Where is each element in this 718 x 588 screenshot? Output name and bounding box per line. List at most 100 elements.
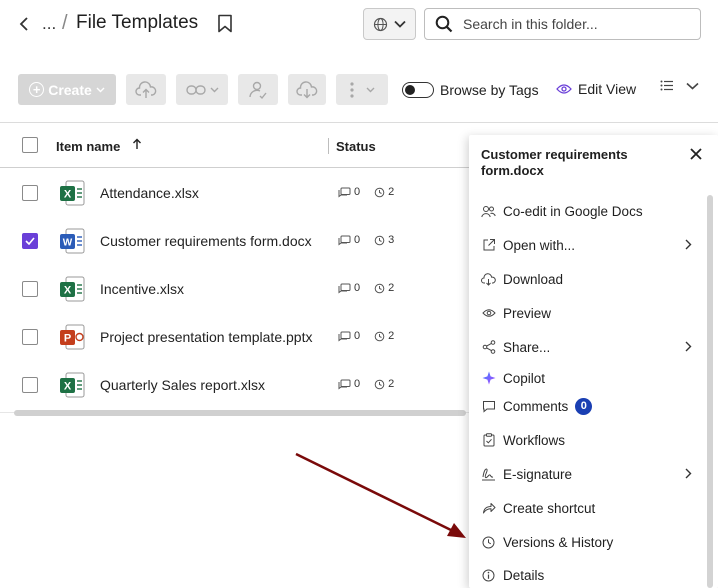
share-user-button[interactable] <box>238 74 278 105</box>
comment-count[interactable]: 0 <box>338 282 360 294</box>
row-checkbox[interactable] <box>22 233 38 249</box>
table-row[interactable]: X Quarterly Sales report.xlsx 0 2 <box>0 361 470 409</box>
horizontal-scrollbar[interactable] <box>14 410 466 416</box>
comment-icon <box>338 283 351 293</box>
search-box[interactable] <box>424 8 701 40</box>
menu-item-label: Versions & History <box>503 534 614 550</box>
menu-item-preview[interactable]: Preview <box>481 299 706 327</box>
chevron-down-icon <box>686 82 699 90</box>
create-button-label: Create <box>48 81 92 98</box>
menu-item-label: Workflows <box>503 432 566 448</box>
panel-vertical-scrollbar[interactable] <box>707 195 713 588</box>
chevron-down-icon <box>366 87 374 92</box>
edit-view-button[interactable]: Edit View <box>556 81 636 97</box>
upload-button[interactable] <box>126 74 166 105</box>
version-count[interactable]: 2 <box>374 282 394 294</box>
menu-item-label: Preview <box>503 305 552 321</box>
file-actions-panel: Customer requirements form.docx Co-edit … <box>469 135 718 588</box>
version-count[interactable]: 3 <box>374 234 394 246</box>
users-icon <box>481 204 496 219</box>
comment-icon <box>338 379 351 389</box>
menu-item-download[interactable]: Download <box>481 265 706 293</box>
history-icon <box>374 379 385 389</box>
version-count[interactable]: 2 <box>374 330 394 342</box>
menu-item-versions-history[interactable]: Versions & History <box>481 528 706 556</box>
close-button[interactable] <box>689 147 705 163</box>
bookmark-button[interactable] <box>217 14 235 34</box>
column-header-status[interactable]: Status <box>336 139 376 154</box>
svg-text:X: X <box>64 285 72 297</box>
toggle-knob <box>405 84 415 95</box>
menu-item-co-edit[interactable]: Co-edit in Google Docs <box>481 197 706 225</box>
row-checkbox[interactable] <box>22 377 38 393</box>
svg-text:X: X <box>64 189 72 201</box>
create-button[interactable]: + Create <box>18 74 116 105</box>
row-checkbox[interactable] <box>22 185 38 201</box>
menu-item-copilot[interactable]: Copilot <box>481 364 706 392</box>
history-icon <box>374 283 385 293</box>
version-count[interactable]: 2 <box>374 378 394 390</box>
eye-icon <box>556 84 572 94</box>
file-name[interactable]: Quarterly Sales report.xlsx <box>100 377 265 393</box>
select-all-checkbox[interactable] <box>22 137 38 153</box>
back-button[interactable] <box>14 13 34 35</box>
view-mode-switch[interactable] <box>660 80 699 91</box>
file-name[interactable]: Attendance.xlsx <box>100 185 199 201</box>
comment-icon <box>338 187 351 197</box>
more-vertical-icon <box>349 81 354 98</box>
search-input[interactable] <box>463 16 683 32</box>
menu-item-label: Share... <box>503 339 551 355</box>
table-row[interactable]: X Incentive.xlsx 0 2 <box>0 265 470 313</box>
plus-icon: + <box>29 82 45 97</box>
sort-ascending-icon[interactable] <box>132 138 142 153</box>
column-resize-handle[interactable] <box>328 138 329 154</box>
version-count[interactable]: 2 <box>374 186 394 198</box>
history-icon <box>374 331 385 341</box>
menu-item-e-signature[interactable]: E-signature <box>481 460 706 488</box>
menu-item-comments[interactable]: Comments 0 <box>481 392 706 420</box>
row-checkbox[interactable] <box>22 329 38 345</box>
link-button[interactable] <box>176 74 228 105</box>
link-icon <box>185 84 206 95</box>
browse-by-tags-toggle[interactable] <box>402 82 434 98</box>
download-button[interactable] <box>288 74 326 105</box>
file-name[interactable]: Customer requirements form.docx <box>100 233 312 249</box>
excel-file-icon: X <box>58 180 86 206</box>
column-header-item-name[interactable]: Item name <box>56 139 120 154</box>
table-row[interactable]: X Attendance.xlsx 0 2 <box>0 169 470 217</box>
search-icon <box>435 15 453 33</box>
list-view-icon <box>660 80 673 91</box>
menu-item-label: Download <box>503 271 564 287</box>
panel-title: Customer requirements form.docx <box>481 147 628 178</box>
menu-item-details[interactable]: Details <box>481 561 706 588</box>
table-row[interactable]: W Customer requirements form.docx 0 3 <box>0 217 470 265</box>
comment-count[interactable]: 0 <box>338 330 360 342</box>
menu-item-open-with[interactable]: Open with... <box>481 231 706 259</box>
file-name[interactable]: Project presentation template.pptx <box>100 329 312 345</box>
file-status: 0 2 <box>338 186 394 198</box>
menu-item-workflows[interactable]: Workflows <box>481 426 706 454</box>
info-icon <box>481 568 496 583</box>
share-icon <box>481 340 496 355</box>
table-row[interactable]: P Project presentation template.pptx 0 2 <box>0 313 470 361</box>
svg-text:X: X <box>64 381 72 393</box>
row-checkbox[interactable] <box>22 281 38 297</box>
menu-item-label: Details <box>503 567 545 583</box>
toolbar-divider <box>0 122 718 123</box>
menu-item-create-shortcut[interactable]: Create shortcut <box>481 494 706 522</box>
user-share-icon <box>249 81 267 99</box>
cloud-download-icon <box>296 80 318 98</box>
excel-file-icon: X <box>58 372 86 398</box>
comment-count[interactable]: 0 <box>338 186 360 198</box>
browse-by-tags-label[interactable]: Browse by Tags <box>440 82 539 98</box>
comment-count[interactable]: 0 <box>338 234 360 246</box>
comment-count[interactable]: 0 <box>338 378 360 390</box>
menu-item-share[interactable]: Share... <box>481 333 706 361</box>
search-scope-select[interactable] <box>363 8 416 40</box>
file-name[interactable]: Incentive.xlsx <box>100 281 184 297</box>
breadcrumb-ellipsis[interactable]: ... <box>42 14 56 34</box>
menu-item-label: Comments <box>503 398 569 414</box>
menu-item-label: Create shortcut <box>503 500 596 516</box>
comment-icon <box>481 399 496 414</box>
more-actions-button[interactable] <box>336 74 388 105</box>
